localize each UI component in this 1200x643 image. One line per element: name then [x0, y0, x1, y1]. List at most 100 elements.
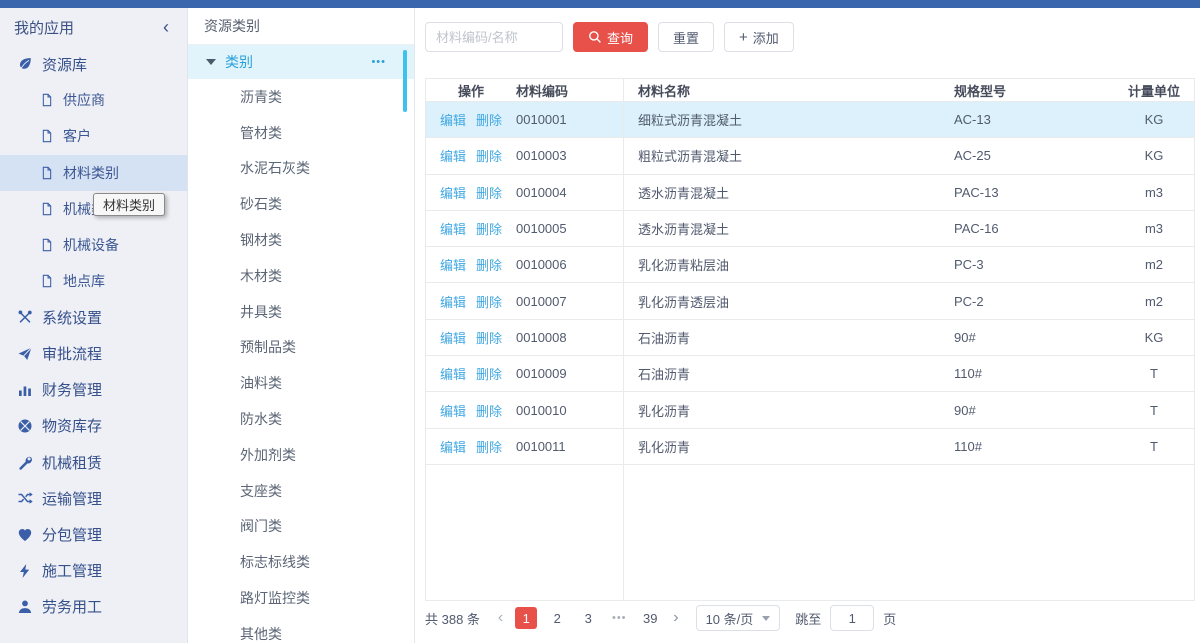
table-row[interactable]: 编辑删除 0010004 透水沥青混凝土 PAC-13 m3 — [426, 175, 1194, 211]
reset-button-label: 重置 — [673, 28, 699, 47]
ellipsis-pages-icon[interactable]: ••• — [608, 607, 630, 629]
cell-spec: 90# — [954, 330, 1114, 345]
chevron-right-icon[interactable]: › — [670, 610, 681, 626]
chevron-left-icon[interactable]: ‹ — [495, 610, 506, 626]
edit-link[interactable]: 编辑 — [440, 219, 466, 238]
delete-link[interactable]: 删除 — [476, 219, 502, 238]
sidebar-item-suppliers[interactable]: 供应商 — [0, 82, 187, 118]
sidebar-item-inventory[interactable]: 物资库存 — [0, 408, 187, 444]
edit-link[interactable]: 编辑 — [440, 255, 466, 274]
sidebar-item-resource-library[interactable]: 资源库 — [0, 46, 187, 82]
tree-item[interactable]: 其他类 — [188, 616, 414, 643]
sidebar-item-machine-rental[interactable]: 机械租赁 — [0, 444, 187, 480]
collapse-sidebar-icon[interactable]: ‹ — [163, 18, 169, 36]
delete-link[interactable]: 删除 — [476, 328, 502, 347]
sidebar-item-location-library[interactable]: 地点库 — [0, 263, 187, 299]
search-icon — [588, 30, 602, 44]
globe-icon — [17, 418, 33, 434]
sidebar-item-customers[interactable]: 客户 — [0, 118, 187, 154]
edit-link[interactable]: 编辑 — [440, 437, 466, 456]
caret-down-icon[interactable] — [206, 59, 216, 65]
table-row[interactable]: 编辑删除 0010007 乳化沥青透层油 PC-2 m2 — [426, 283, 1194, 319]
sidebar-item-machine-equipment[interactable]: 机械设备 — [0, 227, 187, 263]
sidebar-item-label: 材料类别 — [63, 163, 119, 183]
page-size-select[interactable]: 10 条/页 — [696, 605, 781, 631]
cell-name: 乳化沥青透层油 — [623, 292, 954, 311]
tree-item[interactable]: 木材类 — [188, 258, 414, 294]
table-row[interactable]: 编辑删除 0010011 乳化沥青 110# T — [426, 429, 1194, 465]
table-row[interactable]: 编辑删除 0010009 石油沥青 110# T — [426, 356, 1194, 392]
tree-item[interactable]: 井具类 — [188, 294, 414, 330]
sidebar-item-transport[interactable]: 运输管理 — [0, 480, 187, 516]
scrollbar-thumb[interactable] — [403, 50, 407, 112]
delete-link[interactable]: 删除 — [476, 364, 502, 383]
jump-to-label: 跳至 — [795, 609, 821, 628]
table-row[interactable]: 编辑删除 0010010 乳化沥青 90# T — [426, 392, 1194, 428]
tree-item[interactable]: 油料类 — [188, 365, 414, 401]
cell-name: 石油沥青 — [623, 328, 954, 347]
tree-item[interactable]: 支座类 — [188, 473, 414, 509]
tree-item[interactable]: 砂石类 — [188, 186, 414, 222]
tree-item[interactable]: 路灯监控类 — [188, 580, 414, 616]
delete-link[interactable]: 删除 — [476, 401, 502, 420]
page-button-2[interactable]: 2 — [546, 607, 568, 629]
sidebar-item-labor[interactable]: 劳务用工 — [0, 589, 187, 625]
tree-item[interactable]: 阀门类 — [188, 509, 414, 545]
sidebar-item-material-category[interactable]: 材料类别 — [0, 155, 187, 191]
table-row[interactable]: 编辑删除 0010005 透水沥青混凝土 PAC-16 m3 — [426, 211, 1194, 247]
sidebar-item-construction[interactable]: 施工管理 — [0, 553, 187, 589]
toolbar: 查询 重置 + 添加 — [425, 22, 794, 52]
table-row[interactable]: 编辑删除 0010001 细粒式沥青混凝土 AC-13 KG — [426, 102, 1194, 138]
cell-spec: PC-3 — [954, 257, 1114, 272]
tree-item[interactable]: 预制品类 — [188, 330, 414, 366]
cell-unit: KG — [1114, 112, 1194, 127]
sidebar-item-finance[interactable]: 财务管理 — [0, 372, 187, 408]
delete-link[interactable]: 删除 — [476, 255, 502, 274]
leaf-icon — [17, 56, 33, 72]
edit-link[interactable]: 编辑 — [440, 146, 466, 165]
tree-item[interactable]: 沥青类 — [188, 79, 414, 115]
delete-link[interactable]: 删除 — [476, 183, 502, 202]
cell-unit: T — [1114, 403, 1194, 418]
tree-item[interactable]: 水泥石灰类 — [188, 151, 414, 187]
top-accent-bar — [0, 0, 1200, 8]
page-button-3[interactable]: 3 — [577, 607, 599, 629]
delete-link[interactable]: 删除 — [476, 437, 502, 456]
tree-item[interactable]: 管材类 — [188, 115, 414, 151]
edit-link[interactable]: 编辑 — [440, 401, 466, 420]
sidebar-item-approval-flow[interactable]: 审批流程 — [0, 336, 187, 372]
tree-item[interactable]: 外加剂类 — [188, 437, 414, 473]
edit-link[interactable]: 编辑 — [440, 183, 466, 202]
table-row[interactable]: 编辑删除 0010003 粗粒式沥青混凝土 AC-25 KG — [426, 138, 1194, 174]
sidebar-item-subcontract[interactable]: 分包管理 — [0, 516, 187, 552]
page-button-39[interactable]: 39 — [639, 607, 661, 629]
tree-item[interactable]: 防水类 — [188, 401, 414, 437]
cell-code: 0010006 — [516, 257, 623, 272]
sidebar-item-label: 劳务用工 — [42, 596, 102, 617]
sidebar-item-system-settings[interactable]: 系统设置 — [0, 299, 187, 335]
page-button-1[interactable]: 1 — [515, 607, 537, 629]
add-button[interactable]: + 添加 — [724, 22, 794, 52]
table-row[interactable]: 编辑删除 0010008 石油沥青 90# KG — [426, 320, 1194, 356]
edit-link[interactable]: 编辑 — [440, 110, 466, 129]
search-input[interactable] — [425, 22, 563, 52]
edit-link[interactable]: 编辑 — [440, 364, 466, 383]
tree-item[interactable]: 钢材类 — [188, 222, 414, 258]
cell-name: 石油沥青 — [623, 364, 954, 383]
edit-link[interactable]: 编辑 — [440, 328, 466, 347]
more-options-icon[interactable]: ••• — [371, 56, 386, 68]
query-button[interactable]: 查询 — [573, 22, 648, 52]
delete-link[interactable]: 删除 — [476, 110, 502, 129]
tree-item[interactable]: 标志标线类 — [188, 544, 414, 580]
jump-page-input[interactable] — [830, 605, 874, 631]
table-row[interactable]: 编辑删除 0010006 乳化沥青粘层油 PC-3 m2 — [426, 247, 1194, 283]
file-icon — [40, 273, 54, 289]
reset-button[interactable]: 重置 — [658, 22, 714, 52]
edit-link[interactable]: 编辑 — [440, 292, 466, 311]
delete-link[interactable]: 删除 — [476, 292, 502, 311]
cell-name: 透水沥青混凝土 — [623, 219, 954, 238]
delete-link[interactable]: 删除 — [476, 146, 502, 165]
tree-root-category[interactable]: 类别 ••• — [188, 45, 414, 79]
send-icon — [17, 346, 33, 362]
materials-table: 操作 材料编码 材料名称 规格型号 计量单位 编辑删除 0010001 细粒式沥… — [425, 78, 1195, 601]
